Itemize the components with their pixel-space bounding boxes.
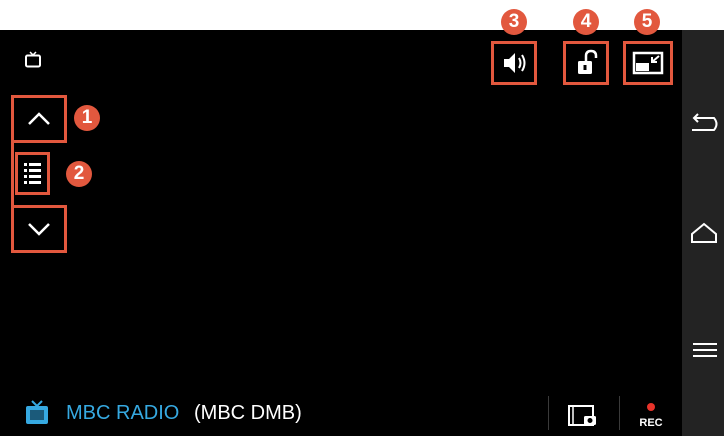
callout-box-4 [563, 41, 609, 85]
record-label: REC [639, 417, 663, 429]
callout-badge-5: 5 [634, 9, 660, 35]
tv-icon [25, 51, 41, 68]
menu-button[interactable] [688, 330, 720, 370]
callout-box-1 [11, 95, 67, 143]
callout-box-5 [623, 41, 673, 85]
home-button[interactable] [688, 214, 720, 254]
channel-tv-icon [26, 400, 48, 424]
callout-badge-1: 1 [74, 105, 100, 131]
channel-name: MBC RADIO [66, 402, 180, 424]
status-divider [619, 396, 620, 430]
capture-button[interactable] [560, 402, 610, 430]
home-icon [691, 222, 717, 243]
status-divider [548, 396, 549, 430]
callout-box-3 [491, 41, 537, 85]
callout-box-2 [15, 152, 50, 195]
back-button[interactable] [688, 104, 720, 144]
callout-badge-3: 3 [501, 9, 527, 35]
callout-bracket [11, 143, 14, 205]
record-icon [647, 403, 655, 411]
channel-service: (MBC DMB) [194, 402, 302, 424]
capture-icon [568, 405, 596, 426]
callout-box-channel-down [11, 205, 67, 253]
callout-badge-4: 4 [573, 9, 599, 35]
menu-icon [693, 343, 717, 357]
back-icon [692, 113, 718, 131]
callout-badge-2: 2 [66, 161, 92, 187]
tv-screen [0, 30, 682, 436]
